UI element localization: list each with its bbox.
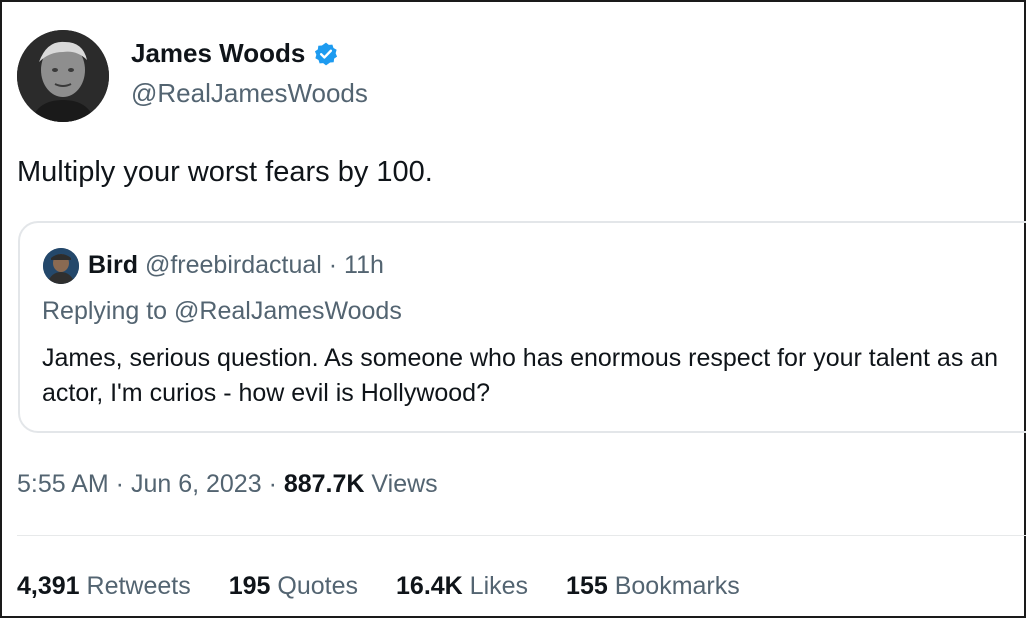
- views-count: 887.7K: [283, 470, 365, 498]
- bookmarks-label: Bookmarks: [607, 572, 740, 600]
- author-avatar[interactable]: [17, 30, 109, 122]
- quoted-time-separator: ·: [321, 251, 345, 279]
- tweet-meta: 5:55 AM · Jun 6, 2023 · 887.7K Views: [17, 470, 438, 499]
- verified-badge-icon: [315, 42, 338, 65]
- retweets-count: 4,391: [17, 572, 80, 600]
- likes-count: 16.4K: [396, 572, 463, 600]
- engagement-stats: 4,391 Retweets 195 Quotes 16.4K Likes 15…: [17, 572, 740, 601]
- bookmarks-count: 155: [566, 572, 608, 600]
- quoted-tweet-text: James, serious question. As someone who …: [42, 344, 999, 407]
- quoted-header: Bird @freebirdactual · 11h: [88, 251, 384, 280]
- tweet-date[interactable]: Jun 6, 2023: [131, 470, 262, 498]
- replying-to: Replying to @RealJamesWoods: [42, 297, 402, 326]
- meta-separator: ·: [261, 470, 284, 498]
- replying-mention[interactable]: @RealJamesWoods: [174, 297, 402, 325]
- quoted-author-name[interactable]: Bird: [88, 251, 138, 279]
- quoted-tweet[interactable]: Bird @freebirdactual · 11h Replying to @…: [18, 221, 1026, 433]
- quoted-author-handle[interactable]: @freebirdactual: [145, 251, 322, 279]
- likes-stat[interactable]: 16.4K Likes: [396, 572, 528, 601]
- author-name-row: James Woods: [131, 38, 339, 69]
- author-handle[interactable]: @RealJamesWoods: [131, 78, 368, 109]
- retweets-label: Retweets: [79, 572, 191, 600]
- quoted-author-avatar[interactable]: [43, 248, 79, 284]
- likes-label: Likes: [462, 572, 529, 600]
- views-label: Views: [364, 470, 438, 498]
- tweet-card: James Woods @RealJamesWoods Multiply you…: [0, 0, 1026, 618]
- quotes-stat[interactable]: 195 Quotes: [229, 572, 358, 601]
- quotes-label: Quotes: [270, 572, 359, 600]
- retweets-stat[interactable]: 4,391 Retweets: [17, 572, 191, 601]
- divider: [17, 535, 1026, 536]
- meta-separator: ·: [108, 470, 131, 498]
- tweet-time[interactable]: 5:55 AM: [17, 470, 109, 498]
- bookmarks-stat[interactable]: 155 Bookmarks: [566, 572, 740, 601]
- quotes-count: 195: [228, 572, 271, 600]
- author-display-name[interactable]: James Woods: [131, 38, 305, 69]
- tweet-text: Multiply your worst fears by 100.: [17, 156, 433, 188]
- quoted-time[interactable]: 11h: [344, 251, 384, 279]
- replying-prefix: Replying to: [42, 297, 175, 325]
